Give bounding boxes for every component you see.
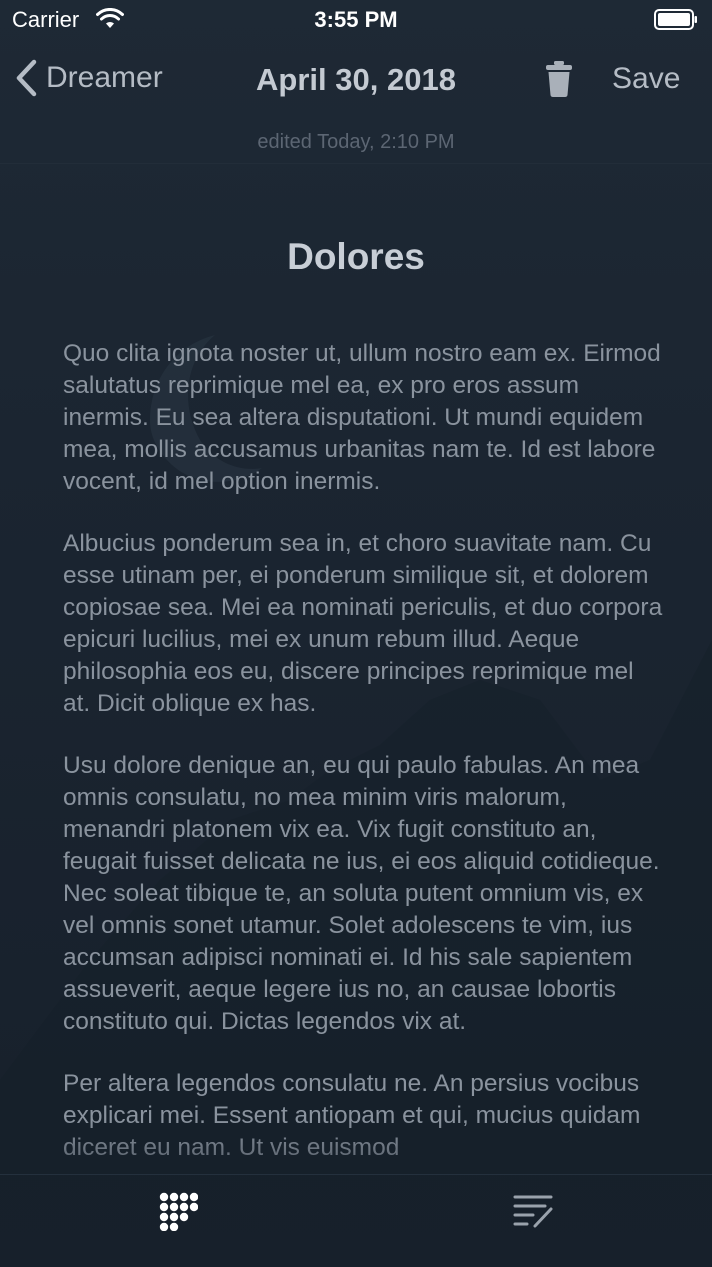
- note-body[interactable]: Quo clita ignota noster ut, ullum nostro…: [63, 338, 663, 1194]
- note-paragraph: Usu dolore denique an, eu qui paulo fabu…: [63, 752, 660, 1035]
- save-button[interactable]: Save: [612, 62, 680, 96]
- battery-icon: [654, 9, 697, 30]
- note-paragraph: Per altera legendos consulatu ne. An per…: [63, 1070, 641, 1161]
- edited-timestamp: edited Today, 2:10 PM: [257, 131, 455, 153]
- bottom-toolbar: [0, 1174, 712, 1267]
- status-time: 3:55 PM: [314, 7, 398, 32]
- page-title: April 30, 2018: [256, 62, 456, 97]
- note-paragraph: Albucius ponderum sea in, et choro suavi…: [63, 530, 663, 717]
- header-divider: [0, 163, 712, 164]
- grid-icon[interactable]: [158, 1191, 198, 1231]
- note-editor-screen: Carrier 3:55 PM Dreamer April 30, 2018 S…: [0, 0, 712, 1267]
- note-paragraph: Quo clita ignota noster ut, ullum nostro…: [63, 340, 661, 495]
- status-bar: Carrier 3:55 PM: [0, 0, 712, 40]
- format-text-icon[interactable]: [513, 1193, 555, 1229]
- trash-icon[interactable]: [544, 60, 574, 98]
- navigation-bar: Dreamer April 30, 2018 Save: [0, 40, 712, 124]
- note-title[interactable]: Dolores: [0, 236, 712, 278]
